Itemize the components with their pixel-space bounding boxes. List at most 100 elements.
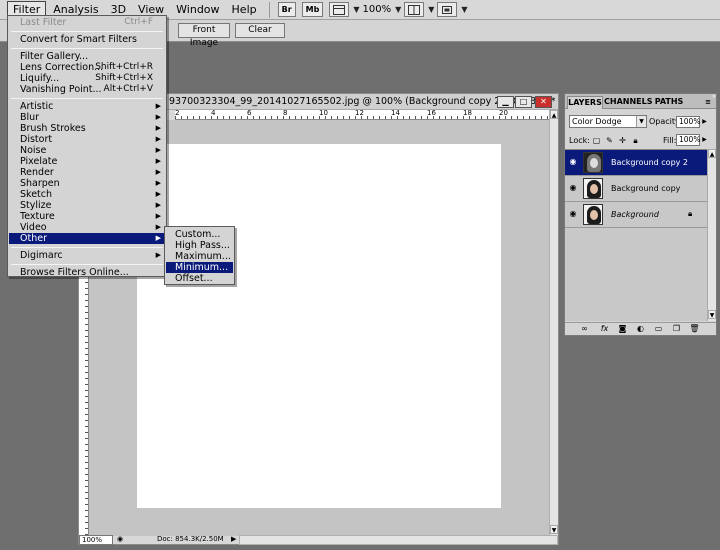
mini-bridge-button[interactable]: Mb xyxy=(301,2,324,17)
doc-info[interactable]: Doc: 854.3K/2.50M xyxy=(157,535,224,543)
menu-item-pixelate[interactable]: Pixelate ▶ xyxy=(9,156,165,167)
eye-icon[interactable]: ◉ xyxy=(568,184,578,192)
chevron-right-icon[interactable]: ▶ xyxy=(701,134,708,146)
new-layer-icon[interactable]: ❐ xyxy=(671,324,682,334)
layer-row-background[interactable]: ◉ Background 🔒︎ xyxy=(565,202,707,228)
submenu-item-maximum[interactable]: Maximum... xyxy=(166,251,233,262)
status-arrow-icon[interactable]: ▶ xyxy=(231,535,236,543)
scroll-down-icon[interactable]: ▼ xyxy=(708,310,716,319)
front-image-button[interactable]: Front Image xyxy=(178,23,230,48)
layers-scrollbar[interactable]: ▲ ▼ xyxy=(707,149,716,321)
menu-item-other[interactable]: Other ▶ xyxy=(9,233,165,244)
lock-transparent-icon[interactable]: ▢ xyxy=(592,136,601,145)
eye-icon[interactable]: ◉ xyxy=(568,158,578,166)
menu-item-brush-strokes[interactable]: Brush Strokes ▶ xyxy=(9,123,165,134)
image-canvas[interactable] xyxy=(137,144,501,508)
menu-item-blur[interactable]: Blur ▶ xyxy=(9,112,165,123)
eye-icon[interactable]: ◉ xyxy=(568,210,578,218)
menu-help[interactable]: Help xyxy=(227,2,262,17)
menu-item-liquify[interactable]: Liquify... Shift+Ctrl+X xyxy=(9,73,165,84)
horizontal-ruler: 2 4 6 8 10 12 14 16 18 20 xyxy=(175,109,549,120)
layer-name[interactable]: Background xyxy=(611,210,659,219)
chevron-down-icon[interactable]: ▼ xyxy=(428,5,434,14)
view-extras-button[interactable] xyxy=(329,2,350,17)
link-layers-icon[interactable]: ∞ xyxy=(579,324,590,334)
menu-divider xyxy=(11,31,163,32)
menu-item-convert-smart-filters[interactable]: Convert for Smart Filters xyxy=(9,34,165,45)
shortcut-label: Shift+Ctrl+X xyxy=(95,73,153,83)
document-vertical-scrollbar[interactable]: ▲ ▼ xyxy=(549,110,558,536)
chevron-right-icon[interactable]: ▶ xyxy=(701,116,708,128)
maximize-button[interactable]: □ xyxy=(515,96,532,108)
collapse-panel-icon[interactable]: » xyxy=(710,93,718,101)
shortcut-label: Shift+Ctrl+R xyxy=(95,62,153,72)
scroll-up-icon[interactable]: ▲ xyxy=(708,149,716,158)
menu-item-texture[interactable]: Texture ▶ xyxy=(9,211,165,222)
zoom-level[interactable]: 100% xyxy=(360,4,395,15)
layer-name[interactable]: Background copy 2 xyxy=(611,158,688,167)
bridge-button[interactable]: Br xyxy=(277,2,296,17)
menu-item-stylize[interactable]: Stylize ▶ xyxy=(9,200,165,211)
menu-item-filter-gallery[interactable]: Filter Gallery... xyxy=(9,51,165,62)
ruler-number: 14 xyxy=(391,109,400,117)
menu-item-label: Blur xyxy=(20,112,40,123)
lock-all-icon[interactable]: 🔒︎ xyxy=(631,136,640,145)
layer-thumbnail xyxy=(583,152,603,173)
layer-name[interactable]: Background copy xyxy=(611,184,680,193)
menu-item-noise[interactable]: Noise ▶ xyxy=(9,145,165,156)
layer-row-background-copy[interactable]: ◉ Background copy xyxy=(565,176,707,202)
chevron-right-icon: ▶ xyxy=(155,124,161,132)
menu-divider xyxy=(11,264,163,265)
layer-style-icon[interactable]: fx xyxy=(599,324,610,334)
menu-item-sketch[interactable]: Sketch ▶ xyxy=(9,189,165,200)
chevron-down-icon[interactable]: ▼ xyxy=(461,5,467,14)
minimize-button[interactable]: ▁ xyxy=(497,96,514,108)
chevron-down-icon[interactable]: ▼ xyxy=(395,5,401,14)
clear-button[interactable]: Clear xyxy=(235,23,285,38)
opacity-field[interactable]: 100% xyxy=(676,116,700,128)
new-group-icon[interactable]: ▭ xyxy=(653,324,664,334)
menu-item-vanishing-point[interactable]: Vanishing Point... Alt+Ctrl+V xyxy=(9,84,165,95)
lock-brush-icon[interactable]: ✎ xyxy=(605,136,614,145)
layer-row-background-copy-2[interactable]: ◉ Background copy 2 xyxy=(565,150,707,176)
grid-icon xyxy=(333,4,346,15)
document-horizontal-scrollbar[interactable] xyxy=(239,535,558,545)
scroll-up-icon[interactable]: ▲ xyxy=(550,110,558,119)
submenu-item-minimum[interactable]: Minimum... xyxy=(166,262,233,273)
submenu-item-high-pass[interactable]: High Pass... xyxy=(166,240,233,251)
zoom-field[interactable]: 100% xyxy=(79,535,113,545)
chevron-right-icon: ▶ xyxy=(155,146,161,154)
tab-channels[interactable]: CHANNELS xyxy=(604,96,652,109)
menu-item-lens-correction[interactable]: Lens Correction... Shift+Ctrl+R xyxy=(9,62,165,73)
ruler-number: 16 xyxy=(427,109,436,117)
adjustment-layer-icon[interactable]: ◐ xyxy=(635,324,646,334)
menu-window[interactable]: Window xyxy=(171,2,224,17)
menu-item-label: Distort xyxy=(20,134,53,145)
menu-item-label: Artistic xyxy=(20,101,54,112)
fill-field[interactable]: 100% xyxy=(676,134,700,146)
scroll-down-icon[interactable]: ▼ xyxy=(550,525,558,534)
menu-item-browse-filters-online[interactable]: Browse Filters Online... xyxy=(9,267,165,278)
tab-layers[interactable]: LAYERS xyxy=(567,96,603,109)
menu-item-sharpen[interactable]: Sharpen ▶ xyxy=(9,178,165,189)
menu-item-last-filter[interactable]: Last Filter Ctrl+F xyxy=(9,17,165,28)
submenu-item-custom[interactable]: Custom... xyxy=(166,229,233,240)
lock-position-icon[interactable]: ✛ xyxy=(618,136,627,145)
screen-mode-button[interactable] xyxy=(437,2,458,17)
layer-mask-icon[interactable]: ◙ xyxy=(617,324,628,334)
trash-icon[interactable]: 🗑︎ xyxy=(689,324,700,334)
submenu-item-offset[interactable]: Offset... xyxy=(166,273,233,284)
ruler-number: 2 xyxy=(175,109,180,117)
arrange-documents-button[interactable] xyxy=(404,2,425,17)
tab-paths[interactable]: PATHS xyxy=(652,96,686,109)
status-menu-icon[interactable]: ◉ xyxy=(117,535,123,543)
menu-item-distort[interactable]: Distort ▶ xyxy=(9,134,165,145)
menu-item-artistic[interactable]: Artistic ▶ xyxy=(9,101,165,112)
menu-item-digimarc[interactable]: Digimarc ▶ xyxy=(9,250,165,261)
lock-label: Lock: xyxy=(569,136,590,145)
menu-item-video[interactable]: Video ▶ xyxy=(9,222,165,233)
close-button[interactable]: ✕ xyxy=(535,96,552,108)
chevron-right-icon: ▶ xyxy=(155,234,161,242)
blend-mode-select[interactable]: Color Dodge ▼ xyxy=(569,115,647,128)
menu-item-render[interactable]: Render ▶ xyxy=(9,167,165,178)
